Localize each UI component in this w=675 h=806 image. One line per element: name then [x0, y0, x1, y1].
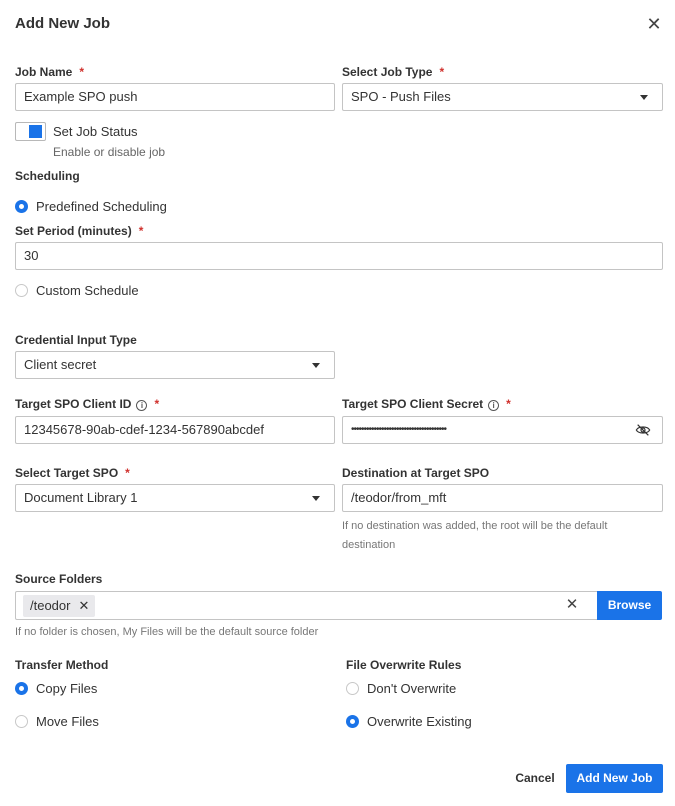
client-id-label: Target SPO Client ID i * [15, 397, 160, 411]
predefined-scheduling-label: Predefined Scheduling [36, 199, 167, 214]
target-spo-label: Select Target SPO * [15, 466, 130, 480]
client-secret-input[interactable]: •••••••••••••••••••••••••••••••••••••• [342, 416, 663, 444]
cancel-button[interactable]: Cancel [510, 764, 560, 792]
credential-type-label: Credential Input Type [15, 333, 137, 347]
job-status-helper: Enable or disable job [53, 145, 166, 159]
copy-files-label: Copy Files [36, 681, 98, 696]
close-icon[interactable]: ✕ [644, 14, 664, 34]
job-name-label: Job Name * [15, 65, 85, 79]
destination-helper-1: If no destination was added, the root wi… [342, 520, 608, 532]
job-status-toggle[interactable] [15, 122, 46, 141]
job-type-select[interactable]: SPO - Push Files [342, 83, 663, 111]
scheduling-label: Scheduling [15, 169, 80, 183]
destination-label: Destination at Target SPO [342, 466, 490, 480]
job-name-input[interactable]: Example SPO push [15, 83, 335, 111]
chevron-down-icon [312, 363, 320, 368]
chip-remove-icon[interactable]: ✕ [78, 595, 89, 617]
custom-schedule-label: Custom Schedule [36, 283, 139, 298]
client-id-input[interactable]: 12345678-90ab-cdef-1234-567890abcdef [15, 416, 335, 444]
add-new-job-button[interactable]: Add New Job [566, 764, 663, 793]
overwrite-existing-label: Overwrite Existing [367, 714, 472, 729]
custom-schedule-radio[interactable] [15, 284, 28, 297]
overwrite-rules-label: File Overwrite Rules [346, 658, 462, 672]
folder-chip: /teodor ✕ [23, 595, 96, 617]
period-input[interactable]: 30 [15, 242, 663, 270]
target-spo-value: Document Library 1 [24, 490, 138, 505]
move-files-radio[interactable] [15, 715, 28, 728]
job-status-label: Set Job Status [53, 124, 138, 139]
clear-icon[interactable]: ✕ [564, 596, 580, 614]
chevron-down-icon [640, 95, 648, 100]
destination-helper-2: destination [342, 539, 396, 551]
transfer-method-label: Transfer Method [15, 658, 109, 672]
credential-type-select[interactable]: Client secret [15, 351, 335, 379]
dialog-title: Add New Job [15, 15, 111, 32]
source-folders-field[interactable] [15, 591, 598, 620]
copy-files-radio[interactable] [15, 682, 28, 695]
move-files-label: Move Files [36, 714, 99, 729]
info-icon[interactable]: i [136, 400, 148, 411]
source-folders-label: Source Folders [15, 572, 103, 586]
dont-overwrite-radio[interactable] [346, 682, 359, 695]
folder-chip-label: /teodor [30, 598, 71, 613]
chevron-down-icon [312, 496, 320, 501]
toggle-knob [29, 125, 42, 138]
dont-overwrite-label: Don't Overwrite [367, 681, 457, 696]
client-secret-value: •••••••••••••••••••••••••••••••••••••• [351, 424, 447, 435]
add-job-dialog: Add New Job ✕ Job Name * Example SPO push… [0, 0, 675, 806]
job-type-value: SPO - Push Files [351, 89, 451, 104]
job-type-label: Select Job Type * [342, 65, 445, 79]
source-folders-helper: If no folder is chosen, My Files will be… [15, 626, 319, 638]
info-icon[interactable]: i [488, 400, 500, 411]
browse-button[interactable]: Browse [597, 591, 662, 620]
period-label: Set Period (minutes) * [15, 224, 144, 238]
client-secret-label: Target SPO Client Secret i * [342, 397, 511, 411]
predefined-scheduling-radio[interactable] [15, 200, 28, 213]
overwrite-existing-radio[interactable] [346, 715, 359, 728]
credential-type-value: Client secret [24, 357, 97, 372]
destination-input[interactable]: /teodor/from_mft [342, 484, 663, 512]
target-spo-select[interactable]: Document Library 1 [15, 484, 335, 512]
eye-off-icon[interactable] [634, 422, 652, 438]
